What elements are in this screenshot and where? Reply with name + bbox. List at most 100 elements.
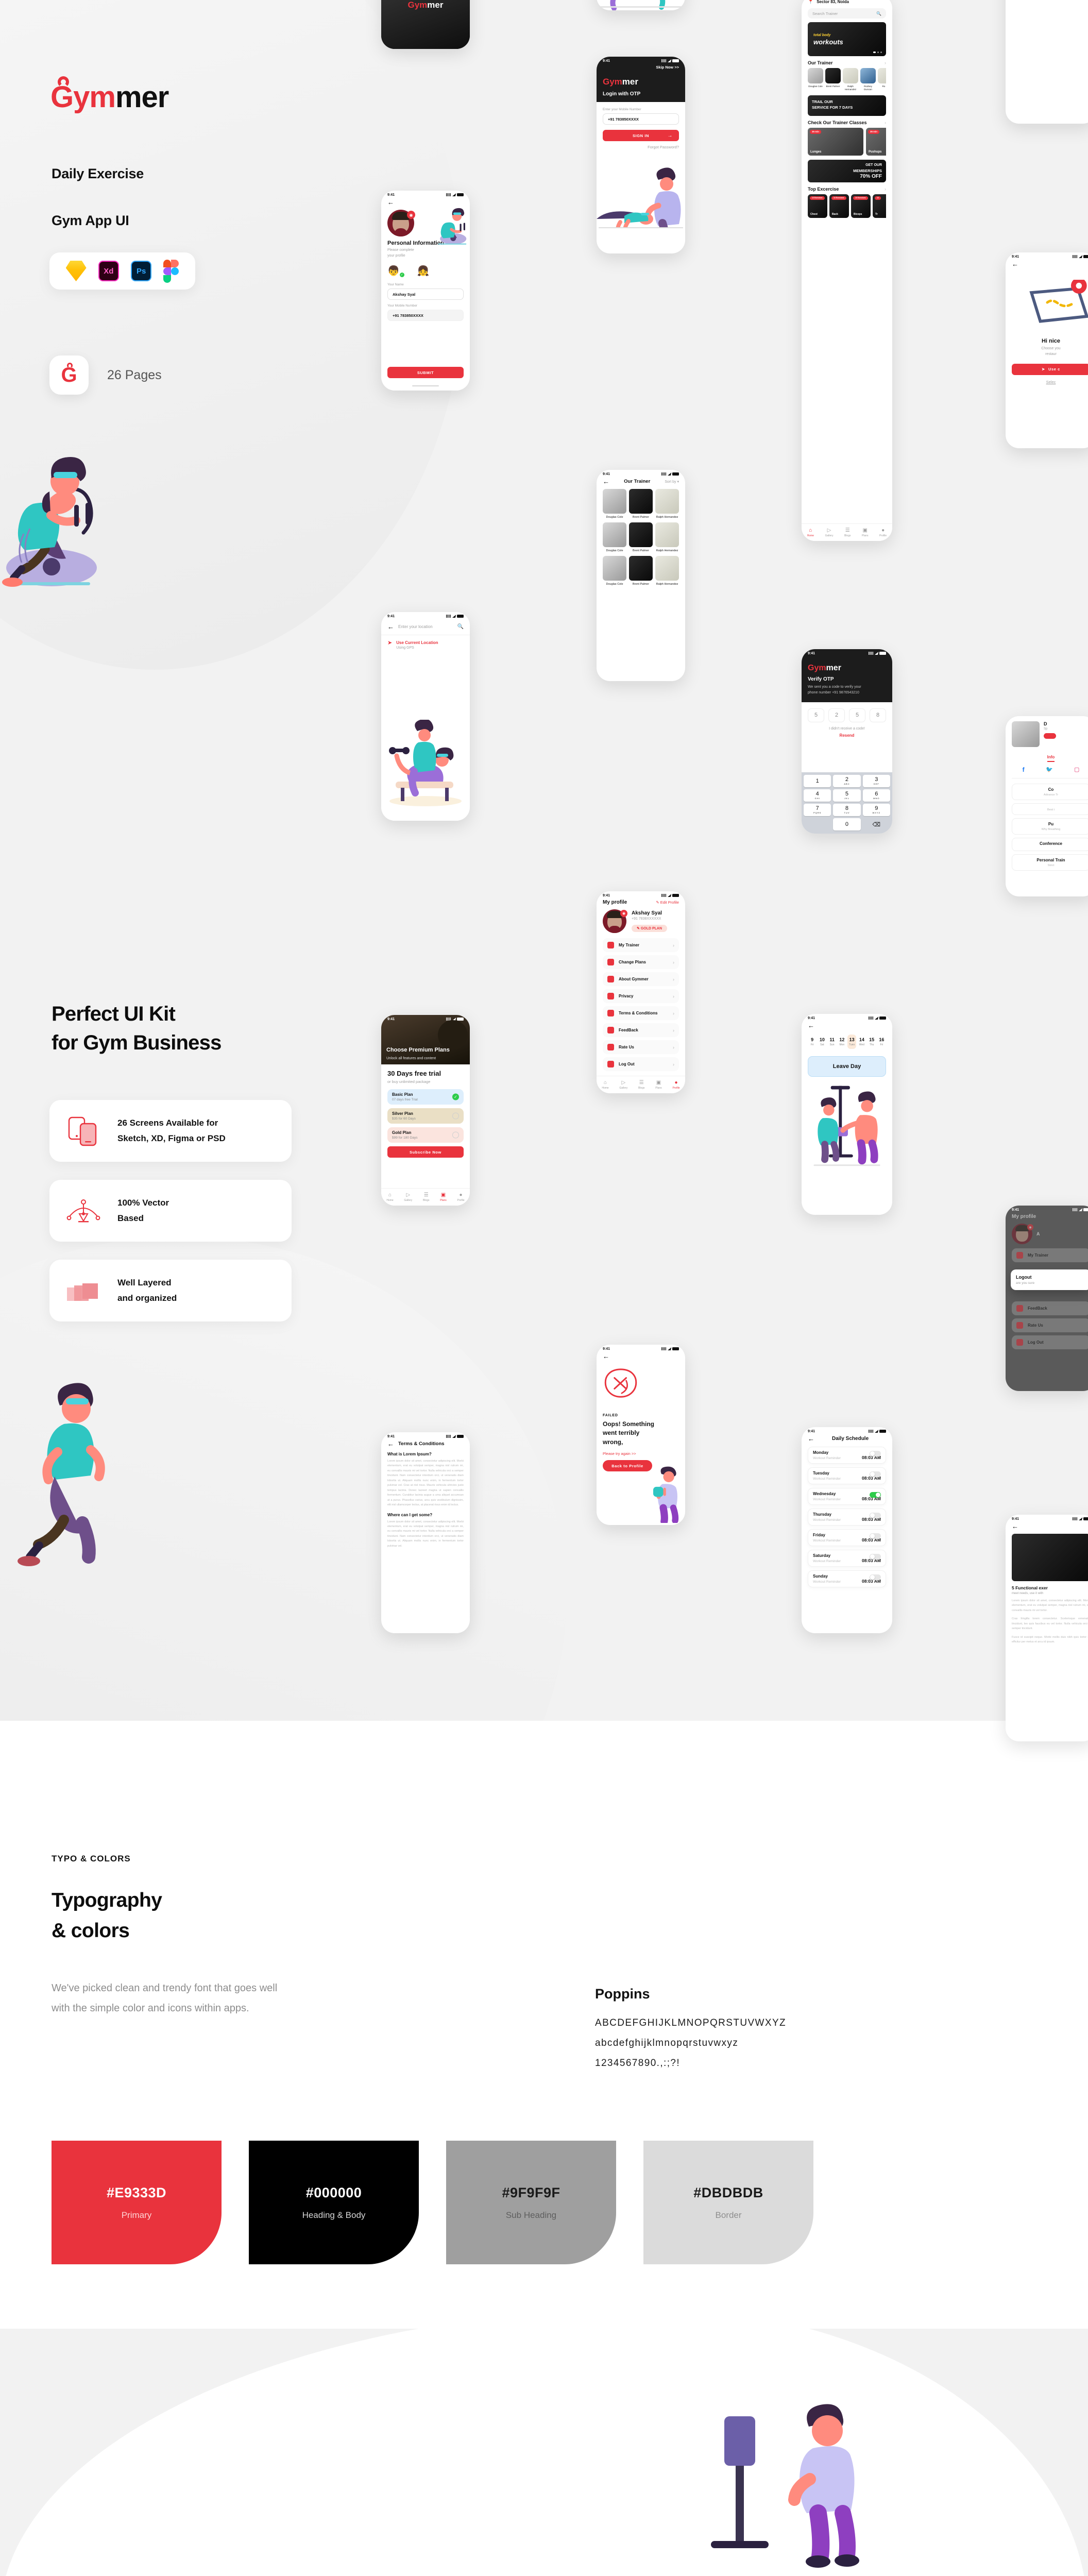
- plan-basic[interactable]: Basic Plan 07 days free Trial ✓: [387, 1089, 464, 1105]
- leave-day-button[interactable]: Leave Day: [808, 1056, 886, 1077]
- keypad-key-6[interactable]: 6 MNO: [862, 789, 890, 802]
- plan-silver[interactable]: Silver Plan $35 for 60 Days: [387, 1108, 464, 1124]
- otp-digit-3[interactable]: 5: [849, 708, 865, 722]
- schedule-row[interactable]: Tuesday Workout Reminder 08:03 AM: [808, 1467, 886, 1484]
- day-chip[interactable]: 12 Mon: [838, 1035, 846, 1049]
- back-to-profile-button[interactable]: Back to Profile: [603, 1460, 652, 1472]
- keypad-key-4[interactable]: 4 GHI: [804, 789, 831, 802]
- reminder-toggle[interactable]: [870, 1554, 881, 1560]
- profile-menu-item[interactable]: Rate Us ›: [603, 1040, 679, 1054]
- plan-radio-selected[interactable]: ✓: [452, 1093, 459, 1100]
- tab-blogs[interactable]: ☰ Blogs: [638, 1080, 645, 1090]
- tab-info[interactable]: Info: [1047, 755, 1055, 762]
- mobile-input[interactable]: +91 783850XXXX: [387, 310, 464, 321]
- keypad-key-2[interactable]: 2 ABC: [833, 775, 861, 787]
- submit-button[interactable]: SUBMIT: [387, 367, 464, 378]
- trainer-card[interactable]: Ralph Hernandez: [655, 556, 679, 586]
- twitter-icon[interactable]: 🐦: [1046, 766, 1053, 773]
- profile-menu-item[interactable]: Terms & Conditions ›: [603, 1006, 679, 1020]
- back-button[interactable]: ←: [603, 1353, 679, 1360]
- keypad-key-3[interactable]: 3 DEF: [862, 775, 890, 787]
- tab-blogs[interactable]: ☰ Blogs: [844, 528, 851, 537]
- plan-radio[interactable]: [452, 1131, 459, 1139]
- reminder-toggle[interactable]: [870, 1513, 881, 1518]
- gender-female-option[interactable]: 👧: [417, 265, 430, 277]
- profile-menu-item[interactable]: My Trainer ›: [603, 938, 679, 952]
- backspace-icon[interactable]: ⌫: [863, 818, 890, 831]
- location-search-input[interactable]: Enter your location: [398, 624, 453, 629]
- facebook-icon[interactable]: f: [1023, 766, 1025, 773]
- trainer-card[interactable]: Douglas Cole: [603, 522, 626, 553]
- mobile-input[interactable]: +91 783850XXXX: [603, 113, 679, 125]
- plan-radio[interactable]: [452, 1112, 459, 1120]
- exercise-card[interactable]: 10 Exercises Back: [829, 194, 849, 218]
- membership-promo-banner[interactable]: GET OUR MEMBERSHIPS 70% OFF: [808, 159, 886, 182]
- back-button[interactable]: ←: [387, 1440, 394, 1447]
- reminder-toggle[interactable]: [870, 1451, 881, 1456]
- tab-profile[interactable]: ● Profile: [457, 1192, 464, 1202]
- otp-digit-1[interactable]: 5: [808, 708, 824, 722]
- tab-plans[interactable]: ▣ Plans: [862, 528, 869, 537]
- trainer-chip[interactable]: Ro He: [878, 68, 886, 91]
- exercise-card[interactable]: 10 Exercises Biceps: [851, 194, 871, 218]
- schedule-row[interactable]: Thursday Workout Reminder 08:03 AM: [808, 1509, 886, 1526]
- day-chip[interactable]: 16 Fri: [877, 1035, 886, 1049]
- trainer-card[interactable]: Ralph Hernandez: [655, 489, 679, 519]
- keypad-key-9[interactable]: 9 WXYZ: [862, 804, 890, 816]
- tab-home[interactable]: ⌂ Home: [602, 1080, 608, 1090]
- camera-icon[interactable]: ◉: [407, 211, 415, 219]
- resend-link[interactable]: Resend: [808, 733, 886, 738]
- hero-banner[interactable]: total body workouts: [808, 22, 886, 56]
- tab-profile[interactable]: ● Profile: [879, 528, 887, 537]
- tab-plans[interactable]: ▣ Plans: [655, 1080, 662, 1090]
- schedule-row[interactable]: Saturday Workout Reminder 08:03 AM: [808, 1550, 886, 1567]
- search-trainer-input[interactable]: Search Trainer 🔍: [808, 8, 886, 19]
- select-manually-link[interactable]: Selec: [1012, 380, 1088, 384]
- day-chip[interactable]: 10 Sat: [818, 1035, 826, 1049]
- otp-digit-2[interactable]: 2: [828, 708, 845, 722]
- use-current-location-button[interactable]: ➤ Use c: [1012, 363, 1088, 375]
- trainer-detail-item[interactable]: Conference: [1012, 838, 1088, 851]
- trainer-card[interactable]: Brent Palmer: [629, 522, 653, 553]
- schedule-row[interactable]: Monday Workout Reminder 08:03 AM: [808, 1447, 886, 1464]
- reminder-toggle[interactable]: [870, 1492, 881, 1498]
- search-icon[interactable]: 🔍: [457, 624, 464, 630]
- profile-menu-item[interactable]: Privacy ›: [603, 989, 679, 1003]
- plan-badge[interactable]: ✎ GOLD PLAN: [632, 925, 668, 932]
- subscribe-button[interactable]: Subscribe Now: [387, 1146, 464, 1158]
- exercise-card[interactable]: 10 Tr: [873, 194, 886, 218]
- keypad-key-0[interactable]: 0: [833, 818, 861, 831]
- day-chip[interactable]: 11 Sun: [828, 1035, 837, 1049]
- day-chip[interactable]: 9 Fri: [808, 1035, 817, 1049]
- trainer-chip[interactable]: Brent Palmer: [825, 68, 841, 91]
- day-chip[interactable]: 14 Wed: [857, 1035, 866, 1049]
- profile-menu-item[interactable]: About Gymmer ›: [603, 972, 679, 986]
- trainer-chip[interactable]: Ralph Hernandez: [843, 68, 858, 91]
- instagram-icon[interactable]: ▢: [1074, 766, 1079, 773]
- back-button[interactable]: ←: [603, 478, 609, 485]
- retry-link[interactable]: Please try again >>: [603, 1451, 679, 1456]
- use-current-location-button[interactable]: Use Current Location: [396, 640, 438, 645]
- signin-button[interactable]: SIGN IN →: [603, 130, 679, 141]
- profile-menu-item[interactable]: Log Out ›: [603, 1057, 679, 1071]
- back-button[interactable]: ←: [808, 1022, 886, 1029]
- trainer-detail-item[interactable]: Co Advance Tr: [1012, 784, 1088, 800]
- day-chip[interactable]: 15 Thu: [868, 1035, 876, 1049]
- keypad-key-5[interactable]: 5 JKL: [833, 789, 861, 802]
- trainer-card[interactable]: Douglas Cole: [603, 556, 626, 586]
- trainer-detail-item[interactable]: Personal Train Strict: [1012, 854, 1088, 871]
- name-input[interactable]: Akshay Syal: [387, 289, 464, 300]
- back-button[interactable]: ←: [387, 623, 394, 630]
- forgot-password-link[interactable]: Forgot Password?: [603, 145, 679, 149]
- class-card[interactable]: 35 min Lunges: [808, 127, 863, 156]
- chevron-right-icon[interactable]: ›: [885, 120, 886, 125]
- chevron-right-icon[interactable]: ›: [885, 60, 886, 65]
- trainer-chip[interactable]: Douglas Cole: [808, 68, 823, 91]
- tab-profile[interactable]: ● Profile: [672, 1080, 679, 1090]
- otp-digit-4[interactable]: 8: [870, 708, 886, 722]
- schedule-row[interactable]: Sunday Workout Reminder 08:03 AM: [808, 1570, 886, 1587]
- trainer-card[interactable]: Brent Palmer: [629, 489, 653, 519]
- camera-icon[interactable]: ◉: [620, 910, 627, 917]
- trainer-card[interactable]: Douglas Cole: [603, 489, 626, 519]
- keypad-key-8[interactable]: 8 TUV: [833, 804, 861, 816]
